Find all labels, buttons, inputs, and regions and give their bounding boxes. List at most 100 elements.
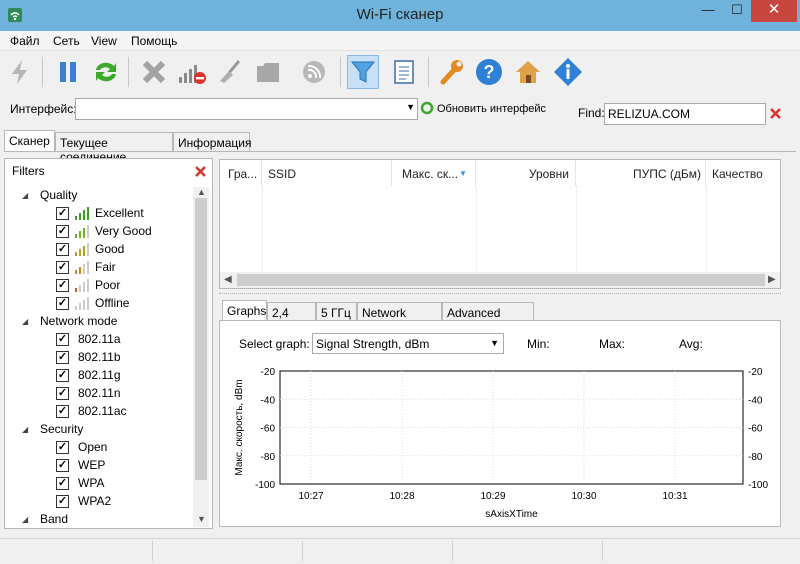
scroll-down-icon[interactable]: ▼ [197, 514, 206, 524]
expand-arrow-icon: ◢ [22, 424, 29, 434]
tree-item[interactable]: ✓ Excellent [56, 204, 144, 222]
tab-current-connection[interactable]: Текущее соединение [55, 132, 173, 164]
chevron-down-icon: ▼ [490, 338, 499, 348]
menu-help[interactable]: Помощь [131, 34, 177, 48]
splitter[interactable] [219, 293, 781, 294]
tab-graphs[interactable]: Graphs [222, 300, 267, 322]
status-divider [302, 541, 303, 561]
checkbox[interactable]: ✓ [56, 368, 69, 382]
tree-item[interactable]: ✓ Poor [56, 276, 120, 294]
sort-arrow-icon: ▼ [459, 169, 467, 178]
checkbox[interactable]: ✓ [56, 458, 69, 472]
y-tick-label-right: -60 [748, 424, 763, 435]
tree-item[interactable]: ✓ 802.11ac [56, 402, 127, 420]
menu-network[interactable]: Сеть [53, 34, 80, 48]
checkbox[interactable]: ✓ [56, 350, 69, 364]
scrollbar-thumb[interactable] [195, 198, 207, 480]
checkbox[interactable]: ✓ [56, 476, 69, 490]
tree-group-band[interactable]: ◢ Band [22, 510, 68, 528]
scroll-right-icon[interactable]: ▶ [768, 274, 776, 285]
find-label: Find: [578, 106, 605, 120]
tab-network-details[interactable]: Network details [357, 302, 442, 334]
refresh-small-icon[interactable] [420, 101, 434, 115]
column-header[interactable]: ПУПС (дБм) [576, 160, 706, 186]
tree-item[interactable]: ✓ Open [56, 438, 107, 456]
lightning-icon[interactable] [4, 55, 36, 89]
column-header[interactable]: Гра... [220, 160, 262, 186]
scroll-up-icon[interactable]: ▲ [197, 187, 206, 197]
status-divider [152, 541, 153, 561]
svg-text:?: ? [484, 62, 495, 82]
graph-panel: Select graph: Signal Strength, dBm ▼ Min… [219, 320, 781, 527]
toolbar-separator [42, 57, 43, 87]
tab-scanner[interactable]: Сканер [4, 130, 55, 152]
tree-group-security[interactable]: ◢ Security [22, 420, 83, 438]
tree-group-network-mode[interactable]: ◢ Network mode [22, 312, 117, 330]
clear-find-icon[interactable] [770, 108, 781, 119]
tree-item[interactable]: ✓ 802.11n [56, 384, 121, 402]
refresh-icon[interactable] [90, 55, 122, 89]
save-icon[interactable] [252, 55, 284, 89]
tree-group-quality[interactable]: ◢ Quality [22, 186, 77, 204]
menu-view[interactable]: View [91, 34, 117, 48]
broom-icon[interactable] [214, 55, 246, 89]
rss-icon[interactable] [300, 55, 332, 89]
checkbox[interactable]: ✓ [56, 278, 69, 292]
checkbox[interactable]: ✓ [56, 386, 69, 400]
tree-item[interactable]: ✓ Fair [56, 258, 116, 276]
tree-item[interactable]: ✓ Good [56, 240, 124, 258]
y-tick-label-right: -20 [748, 367, 763, 378]
column-header[interactable]: Качество [706, 160, 780, 186]
tree-item[interactable]: ✓ WPA2 [56, 492, 111, 510]
y-tick-label-left: -40 [261, 395, 276, 406]
pause-icon[interactable] [52, 55, 84, 89]
signal-offline-icon [75, 296, 92, 310]
tree-item[interactable]: ✓ 802.11b [56, 348, 121, 366]
tree-item[interactable]: ✓ WEP [56, 456, 105, 474]
tree-item[interactable]: ✓ WPA [56, 474, 104, 492]
checkbox[interactable]: ✓ [56, 206, 69, 220]
interface-select[interactable]: ▼ [75, 98, 418, 120]
checkbox[interactable]: ✓ [56, 404, 69, 418]
tab-information[interactable]: Информация [173, 132, 251, 152]
find-input[interactable]: RELIZUA.COM [604, 103, 766, 125]
tab-advanced-details[interactable]: Advanced details [442, 302, 534, 334]
scroll-left-icon[interactable]: ◀ [224, 274, 232, 285]
wrench-icon[interactable] [435, 55, 467, 89]
checkbox[interactable]: ✓ [56, 242, 69, 256]
info-icon[interactable] [552, 55, 584, 89]
minimize-button[interactable]: — [693, 2, 723, 24]
x-tick-label: 10:30 [571, 491, 596, 502]
menu-bar: Файл Сеть View Помощь [0, 31, 800, 51]
filter-icon[interactable] [347, 55, 379, 89]
scrollbar-thumb[interactable] [237, 274, 765, 286]
tree-item[interactable]: ✓ 802.11a [56, 330, 121, 348]
menu-file[interactable]: Файл [10, 34, 40, 48]
checkbox[interactable]: ✓ [56, 224, 69, 238]
checkbox[interactable]: ✓ [56, 494, 69, 508]
column-header[interactable]: SSID [262, 160, 392, 186]
maximize-button[interactable]: ☐ [723, 2, 751, 24]
checkbox[interactable]: ✓ [56, 296, 69, 310]
tree-item[interactable]: ✓ Offline [56, 294, 129, 312]
close-button[interactable]: ✕ [751, 0, 797, 22]
column-header[interactable]: Уровни [476, 160, 576, 186]
close-filters-icon[interactable] [195, 166, 206, 177]
log-icon[interactable] [388, 55, 420, 89]
home-icon[interactable] [512, 55, 544, 89]
checkbox[interactable]: ✓ [56, 260, 69, 274]
grid-line [576, 186, 577, 272]
tab-5ghz[interactable]: 5 ГГц [316, 302, 357, 322]
clear-signal-icon[interactable] [176, 55, 208, 89]
delete-icon[interactable] [138, 55, 170, 89]
tree-item[interactable]: ✓ 802.11g [56, 366, 121, 384]
checkbox[interactable]: ✓ [56, 332, 69, 346]
refresh-interface-link[interactable]: Обновить интерфейс [437, 103, 546, 115]
checkbox[interactable]: ✓ [56, 440, 69, 454]
toolbar-separator [340, 57, 341, 87]
tab-24ghz[interactable]: 2,4 ГГц [267, 302, 316, 334]
help-icon[interactable]: ? [473, 55, 505, 89]
tree-item[interactable]: ✓ Very Good [56, 222, 152, 240]
graph-select[interactable]: Signal Strength, dBm ▼ [312, 333, 504, 354]
x-tick-label: 10:27 [298, 491, 323, 502]
